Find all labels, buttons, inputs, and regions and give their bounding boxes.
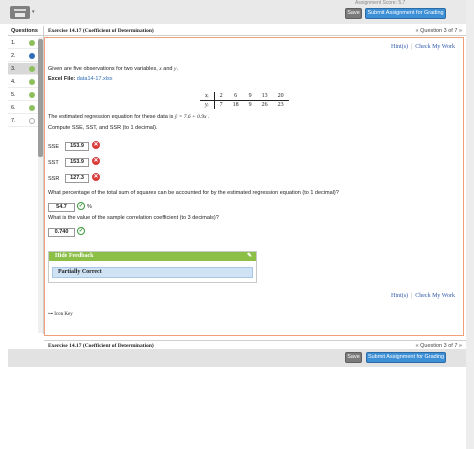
questions-sidebar: Questions 1. 2. 3. 4. 5. 6. 7. [8,26,44,334]
questions-header: Questions [8,26,44,36]
submit-assignment-button[interactable]: Submit Assignment for Grading [365,8,446,19]
question-item-5[interactable]: 5. [8,89,38,101]
correlation-input[interactable]: 0.740 [48,228,75,237]
table-row: yᵢ 7 18 9 26 23 [200,100,289,109]
incorrect-icon: ✕ [92,141,100,149]
complete-icon [29,40,35,46]
top-toolbar: Assignment Score: 5.7 ▾ Save Submit Assi… [0,0,474,24]
correct-icon: ✓ [77,202,85,210]
correct-icon: ✓ [77,227,85,235]
chevron-down-icon: ▾ [32,9,35,15]
table-row: xᵢ 2 6 9 13 20 [200,92,289,101]
sst-label: SST [48,160,59,166]
sidebar-scrollbar[interactable] [38,37,43,333]
compute-prompt: Compute SSE, SST, and SSR (to 1 decimal)… [48,125,158,131]
percentage-input[interactable]: 54.7 [48,203,75,212]
complete-icon [29,66,35,72]
question-item-3[interactable]: 3. [8,63,38,75]
sse-input[interactable]: 153.9 [65,142,89,151]
question-item-1[interactable]: 1. [8,37,38,49]
scrollbar-thumb[interactable] [38,39,43,157]
question-item-7[interactable]: 7. [8,115,38,127]
print-button[interactable]: ▾ [10,6,35,19]
observations-table: xᵢ 2 6 9 13 20 yᵢ 7 18 9 26 23 [200,92,289,109]
hint-link[interactable]: Hint(s) [391,44,408,50]
complete-icon [29,92,35,98]
question-item-4[interactable]: 4. [8,76,38,88]
assignment-score: Assignment Score: 5.7 [355,0,406,6]
pencil-icon: ✎ [246,253,252,259]
percentage-question: What percentage of the total sum of squa… [48,190,339,196]
regression-equation: ŷ = 7.6 + 0.9x [174,114,207,120]
correlation-question: What is the value of the sample correlat… [48,215,219,221]
save-button[interactable]: Save [345,8,362,19]
complete-icon [29,105,35,111]
sst-input[interactable]: 153.9 [65,158,89,167]
incorrect-icon: ✕ [92,173,100,181]
in-progress-icon [29,53,35,59]
submit-assignment-button-bottom[interactable]: Submit Assignment for Grading [366,352,446,363]
check-my-work-link[interactable]: Check My Work [415,293,455,299]
bottom-toolbar: Save Submit Assignment for Grading [8,349,474,367]
question-panel: Hint(s) | Check My Work Given are five obs… [44,37,464,336]
help-links: Hint(s) | Check My Work [391,44,455,50]
incorrect-icon: ✕ [92,157,100,165]
feedback-status: Partially Correct [52,267,253,278]
help-links-bottom: Hint(s) | Check My Work [391,293,455,299]
window-scrollbar[interactable] [466,0,474,449]
question-intro: Given are five observations for two vari… [48,66,178,72]
excel-file-row: Excel File: data14-17.xlsx [48,76,113,82]
sse-label: SSE [48,144,60,150]
printer-icon [14,9,26,11]
hint-link[interactable]: Hint(s) [391,293,408,299]
question-item-6[interactable]: 6. [8,102,38,114]
hide-feedback-toggle[interactable]: Hide Feedback ✎ [49,252,256,261]
question-nav[interactable]: « Question 3 of 7 » [416,28,462,34]
unanswered-icon [29,118,35,124]
icon-key-link[interactable]: ⊶ Icon Key [48,311,73,317]
complete-icon [29,79,35,85]
regression-statement: The estimated regression equation for th… [48,114,210,120]
feedback-panel: Hide Feedback ✎ Partially Correct [48,251,257,283]
ssr-input[interactable]: 127.3 [65,174,89,183]
save-button-bottom[interactable]: Save [345,352,362,363]
check-my-work-link[interactable]: Check My Work [415,44,455,50]
exercise-header: Exercise 14.17 (Coefficient of Determina… [44,26,466,36]
key-icon: ⊶ [48,312,53,317]
exercise-title: Exercise 14.17 (Coefficient of Determina… [48,28,154,34]
ssr-label: SSR [48,176,60,182]
excel-file-link[interactable]: data14-17.xlsx [77,76,113,82]
question-item-2[interactable]: 2. [8,50,38,62]
percent-unit: % [87,204,92,210]
